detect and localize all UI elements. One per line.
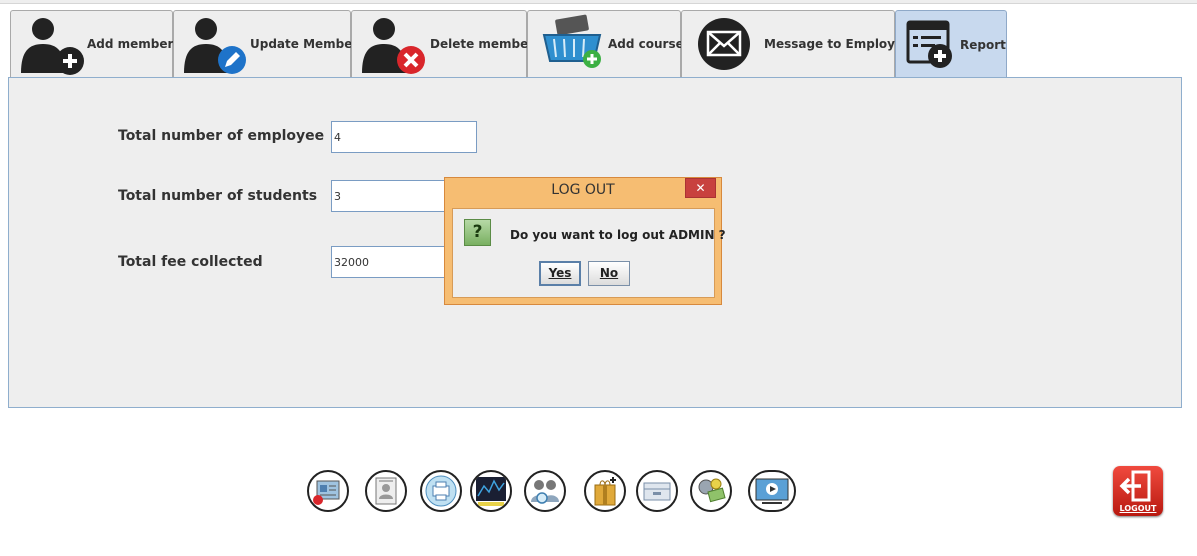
tab-report-label: Report	[960, 37, 1006, 52]
logout-dialog: LOG OUT ✕ ? Do you want to log out ADMIN…	[444, 177, 726, 305]
tab-update-member-label: Update Member	[250, 37, 359, 51]
dialog-title: LOG OUT	[551, 182, 615, 198]
chart-icon[interactable]	[470, 470, 512, 512]
tab-add-member-label: Add member	[87, 37, 174, 51]
total-employees-label: Total number of employee	[118, 128, 325, 144]
id-card-icon[interactable]	[365, 470, 407, 512]
message-icon	[698, 18, 750, 70]
tab-add-course[interactable]: Add course	[527, 10, 684, 77]
tab-report[interactable]: Report	[895, 10, 1007, 78]
total-fee-label: Total fee collected	[118, 254, 263, 270]
tab-add-course-label: Add course	[608, 37, 684, 51]
window-top-border	[0, 0, 1197, 4]
drawer-icon[interactable]	[636, 470, 678, 512]
money-icon[interactable]	[690, 470, 732, 512]
total-students-label: Total number of students	[118, 188, 318, 204]
yes-button-label: Yes	[548, 266, 572, 280]
no-button[interactable]: No	[588, 261, 630, 286]
printer-icon[interactable]	[420, 470, 462, 512]
question-icon: ?	[464, 219, 491, 246]
gift-box-icon[interactable]	[584, 470, 626, 512]
dialog-close-button[interactable]: ✕	[685, 178, 716, 198]
report-icon	[906, 20, 952, 68]
no-button-label: No	[599, 266, 619, 280]
admission-form-icon[interactable]	[307, 470, 349, 512]
tab-delete-member-label: Delete member	[430, 37, 535, 51]
video-icon[interactable]	[748, 470, 796, 512]
yes-button[interactable]: Yes	[539, 261, 581, 286]
search-people-icon[interactable]	[524, 470, 566, 512]
tab-update-member[interactable]: Update Member	[173, 10, 358, 77]
logout-icon	[1119, 470, 1151, 502]
update-member-icon	[184, 18, 246, 74]
delete-member-icon	[362, 18, 425, 74]
dialog-message: Do you want to log out ADMIN ?	[510, 228, 726, 242]
tab-delete-member[interactable]: Delete member	[351, 10, 534, 77]
logout-button[interactable]: LOGOUT	[1113, 466, 1163, 516]
tab-message-to-employee[interactable]: Message to Employee	[681, 10, 911, 77]
tab-message-to-employee-label: Message to Employee	[764, 37, 912, 51]
dialog-body: ? Do you want to log out ADMIN ? Yes No	[452, 208, 726, 298]
total-employees-field[interactable]	[331, 121, 477, 153]
add-course-icon	[542, 14, 602, 68]
tab-add-member[interactable]: Add member	[10, 10, 173, 77]
add-member-icon	[21, 18, 84, 75]
logout-label: LOGOUT	[1119, 504, 1157, 513]
